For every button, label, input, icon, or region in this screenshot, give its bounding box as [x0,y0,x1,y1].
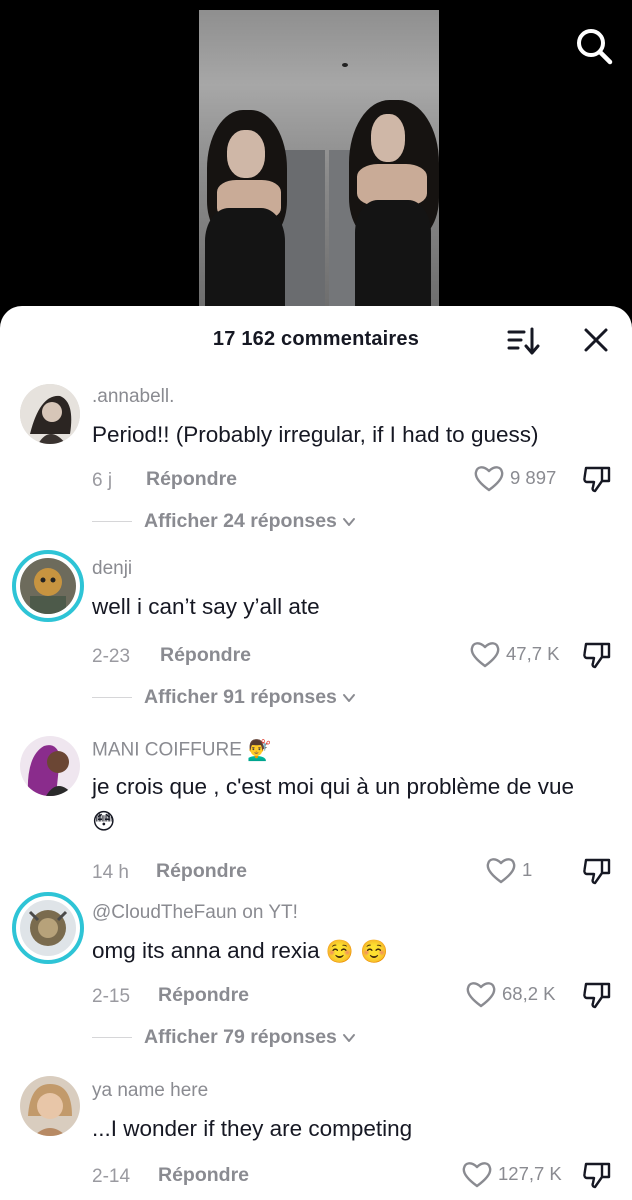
dislike-icon [583,466,611,493]
username[interactable]: denji [92,558,132,580]
dislike-icon [583,642,611,669]
comment-item: ya name here ...I wonder if they are com… [0,1072,632,1200]
like-button[interactable]: 68,2 K [466,980,556,1008]
reply-button[interactable]: Répondre [158,984,249,1007]
comment-item: @CloudTheFaun on YT! omg its anna and re… [0,890,632,1060]
heart-icon [462,1162,492,1188]
comment-date: 2-23 [92,646,131,667]
avatar[interactable] [20,1076,80,1136]
username[interactable]: MANI COIFFURE 💇‍♂️ [92,738,272,763]
dislike-icon [583,982,611,1009]
username[interactable]: @CloudTheFaun on YT! [92,902,298,924]
dislike-button[interactable] [582,1160,612,1190]
like-button[interactable]: 9 897 [474,464,556,492]
chevron-down-icon [342,1033,355,1042]
avatar-image [20,384,80,444]
dislike-button[interactable] [582,640,612,670]
username[interactable]: .annabell. [92,386,174,408]
comment-text: well i can’t say y’all ate [92,594,320,619]
view-replies-label: Afficher 79 réponses [144,1026,337,1048]
dislike-button[interactable] [582,980,612,1010]
heart-icon [474,466,504,492]
view-replies-button[interactable]: Afficher 24 réponses [92,510,357,533]
view-replies-button[interactable]: Afficher 79 réponses [92,1026,357,1049]
reply-button[interactable]: Répondre [160,644,251,667]
smiling-emoji: ☺️ ☺️ [325,939,389,965]
sort-button[interactable] [506,324,540,358]
comment-date: 2-15 [92,986,131,1007]
comments-sheet: 17 162 commentaires .annabell. Period!! … [0,306,632,1200]
close-button[interactable] [580,324,612,356]
comment-item: denji well i can’t say y’all ate 2-23 Ré… [0,550,632,726]
video-background [0,0,632,320]
like-count: 47,7 K [506,643,560,664]
avatar[interactable] [20,736,80,796]
avatar[interactable] [12,550,84,622]
heart-icon [466,982,496,1008]
avatar-image [20,1076,80,1136]
comment-text-content: je crois que , c'est moi qui à un problè… [92,774,575,799]
sort-icon [507,327,540,355]
like-count: 127,7 K [498,1163,562,1184]
ceiling-light [342,63,348,67]
divider-line [92,521,132,522]
avatar[interactable] [20,384,80,444]
avatar[interactable] [12,892,84,964]
comment-date: 6 j [92,470,113,491]
video-thumbnail[interactable] [199,10,439,310]
dislike-icon [583,858,611,885]
like-count: 9 897 [510,467,557,488]
divider-line [92,697,132,698]
search-button[interactable] [574,26,614,66]
comment-text: ...I wonder if they are competing [92,1116,413,1141]
comment-item: MANI COIFFURE 💇‍♂️ je crois que , c'est … [0,730,632,890]
search-icon [577,29,613,65]
view-replies-label: Afficher 91 réponses [144,686,337,708]
close-icon [584,328,608,352]
like-count: 68,2 K [502,983,556,1004]
username-text: MANI COIFFURE [92,739,242,761]
like-button[interactable]: 47,7 K [470,640,560,668]
comment-date: 14 h [92,862,129,883]
comment-text: omg its anna and rexia ☺️ ☺️ [92,934,602,969]
heart-icon [486,858,516,884]
reply-button[interactable]: Répondre [156,860,247,883]
dislike-icon [583,1162,611,1189]
like-button[interactable]: 1 [486,856,532,884]
chevron-down-icon [342,693,355,702]
view-replies-button[interactable]: Afficher 91 réponses [92,686,357,709]
username[interactable]: ya name here [92,1080,208,1102]
reply-button[interactable]: Répondre [146,468,237,491]
like-count: 1 [522,859,533,880]
heart-icon [470,642,500,668]
hairdresser-emoji: 💇‍♂️ [247,740,273,762]
chevron-down-icon [342,517,355,526]
comment-item: .annabell. Period!! (Probably irregular,… [0,380,632,550]
person-right [339,100,439,310]
comment-text-content: omg its anna and rexia [92,938,320,963]
avatar-image [20,900,76,956]
person-left [199,110,309,310]
dislike-button[interactable] [582,856,612,886]
comment-text: je crois que , c'est moi qui à un problè… [92,770,602,839]
divider-line [92,1037,132,1038]
reply-button[interactable]: Répondre [158,1164,249,1187]
sheet-header: 17 162 commentaires [0,306,632,372]
view-replies-label: Afficher 24 réponses [144,510,337,532]
flushed-emoji: 😳 [92,809,116,835]
like-button[interactable]: 127,7 K [462,1160,562,1188]
comment-date: 2-14 [92,1166,131,1187]
comment-text: Period!! (Probably irregular, if I had t… [92,422,539,447]
avatar-image [20,558,76,614]
avatar-image [20,736,80,796]
dislike-button[interactable] [582,464,612,494]
